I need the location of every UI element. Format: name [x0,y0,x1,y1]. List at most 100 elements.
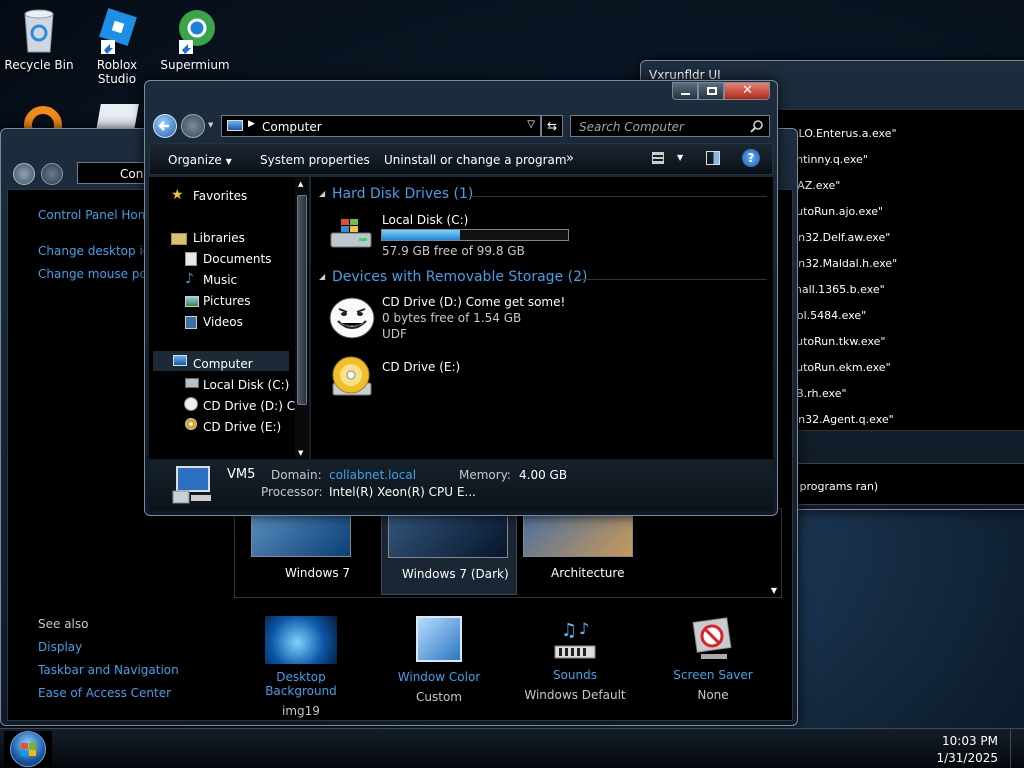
display-link[interactable]: Display [38,640,82,654]
drive-e-item[interactable]: CD Drive (E:) [329,355,579,401]
supermium-label: Supermium [160,58,230,72]
nav-cd-drive-d[interactable]: CD Drive (D:) Co [203,399,302,413]
group-hard-disk-drives[interactable]: Hard Disk Drives (1) [332,186,473,202]
see-also-label: See also [38,617,89,631]
address-bar[interactable]: ▶ Computer ▽ [221,115,541,137]
scroll-thumb[interactable] [297,195,307,405]
show-desktop-button[interactable] [1010,729,1024,768]
scroll-down-icon[interactable]: ▼ [298,449,303,457]
group-divider [577,279,767,280]
preview-pane-icon[interactable] [706,151,720,165]
theme-label: Windows 7 [285,566,351,580]
computer-large-icon [172,466,211,504]
screen-saver-label: Screen Saver [673,668,753,682]
help-icon[interactable]: ? [742,149,760,167]
roblox-studio-icon [99,8,137,54]
taskbar: 10:03 PM 1/31/2025 [0,728,1024,768]
change-view-icon[interactable] [652,152,664,164]
organize-label: Organize [168,153,222,167]
organize-dropdown-icon: ▼ [225,157,232,166]
trollface-icon [329,297,375,339]
ease-of-access-link[interactable]: Ease of Access Center [38,686,171,700]
navigation-pane: ★ Favorites Libraries Documents ♪ Music … [149,177,309,459]
cp-nav-back-button[interactable] [13,163,35,185]
scroll-up-icon[interactable]: ▲ [298,180,303,188]
sounds-item[interactable]: ♫ ♪ Sounds Windows Default [518,616,632,702]
uninstall-program-button[interactable]: Uninstall or change a program [384,153,567,167]
recycle-bin-label: Recycle Bin [4,58,74,72]
start-button[interactable] [4,731,52,767]
organize-button[interactable]: Organize ▼ [168,153,232,167]
screen-saver-item[interactable]: Screen Saver None [656,616,770,702]
address-dropdown-icon[interactable]: ▽ [527,119,535,130]
details-processor-label: Processor: [261,485,323,499]
theme-item[interactable]: Architecture [521,509,661,595]
desktop-icon-supermium[interactable]: Supermium [158,6,232,72]
search-placeholder: Search Computer [579,120,684,134]
supermium-icon [179,10,215,54]
nav-favorites[interactable]: Favorites [193,189,247,203]
drive-c-item[interactable]: Local Disk (C:) 57.9 GB free of 99.8 GB [329,213,579,258]
theme-item[interactable]: Windows 7 [243,509,383,595]
nav-videos[interactable]: Videos [203,315,243,329]
drive-d-item[interactable]: CD Drive (D:) Come get some! 0 bytes fre… [329,295,609,343]
maximize-button[interactable] [698,82,724,100]
nav-pictures[interactable]: Pictures [203,294,251,308]
group-collapse-icon[interactable]: ◢ [319,272,325,281]
videos-icon [185,316,197,329]
cp-nav-forward-button[interactable] [41,163,63,185]
clock[interactable]: 10:03 PM 1/31/2025 [936,734,998,765]
cp-breadcrumb: Con [120,167,144,181]
view-dropdown-icon[interactable]: ▼ [677,153,683,162]
search-box[interactable]: Search Computer [570,115,770,137]
window-color-label: Window Color [397,670,481,684]
clock-time: 10:03 PM [942,734,998,748]
nav-libraries[interactable]: Libraries [193,231,245,245]
nav-music[interactable]: Music [203,273,237,287]
minimize-icon [681,93,690,95]
refresh-button[interactable]: ⇆ [541,115,563,137]
computer-icon [227,120,243,131]
desktop-icon-roblox-studio[interactable]: Roblox Studio [80,6,154,86]
theme-list: Windows 7 Windows 7 (Dark) Architecture … [234,508,782,598]
group-collapse-icon[interactable]: ◢ [319,189,325,198]
theme-list-scroll-down-icon[interactable]: ▼ [771,586,777,595]
details-memory-label: Memory: [459,468,511,482]
drive-c-usage-bar [381,229,569,241]
desktop-icon-recycle-bin[interactable]: Recycle Bin [2,6,76,72]
screen-saver-icon [692,617,732,659]
recent-pages-dropdown-icon[interactable]: ▼ [208,121,213,129]
minimize-button[interactable] [672,82,698,100]
hard-disk-icon [330,219,372,248]
forward-button[interactable] [181,114,205,138]
sounds-label: Sounds [552,668,598,682]
group-divider [471,196,767,197]
desktop-background-label: Desktop Background [265,670,337,698]
cd-drive-icon [332,356,372,396]
nav-local-disk[interactable]: Local Disk (C:) [203,378,289,392]
desktop-background-item[interactable]: Desktop Background img19 [244,616,358,718]
theme-thumbnail [251,509,351,557]
details-processor-value: Intel(R) Xeon(R) CPU E... [329,485,476,499]
close-button[interactable]: ✕ [724,82,770,100]
nav-documents[interactable]: Documents [203,252,271,266]
taskbar-navigation-link[interactable]: Taskbar and Navigation [38,663,179,677]
system-properties-button[interactable]: System properties [260,153,370,167]
pictures-icon [185,296,199,307]
back-button[interactable] [153,114,177,138]
theme-item-selected[interactable]: Windows 7 (Dark) [381,509,517,595]
window-color-icon [416,616,462,662]
window-color-item[interactable]: Window Color Custom [382,616,496,704]
explorer-window[interactable]: ✕ ▼ ▶ Computer ▽ ⇆ Search Computer Organ… [144,80,778,516]
desktop-background-value: img19 [282,704,320,718]
nav-cd-drive-e[interactable]: CD Drive (E:) [203,420,281,434]
nav-scrollbar[interactable]: ▲ ▼ [295,177,309,459]
group-removable-storage[interactable]: Devices with Removable Storage (2) [332,269,587,285]
roblox-studio-label: Roblox Studio [96,58,138,86]
desktop-background-icon [265,616,337,664]
cp-home-link[interactable]: Control Panel Home [38,208,157,222]
more-commands-button[interactable]: » [566,151,574,166]
details-pane: VM5 Domain: collabnet.local Memory: 4.00… [149,461,773,511]
nav-computer[interactable]: Computer [193,357,253,371]
details-domain-label: Domain: [271,468,322,482]
